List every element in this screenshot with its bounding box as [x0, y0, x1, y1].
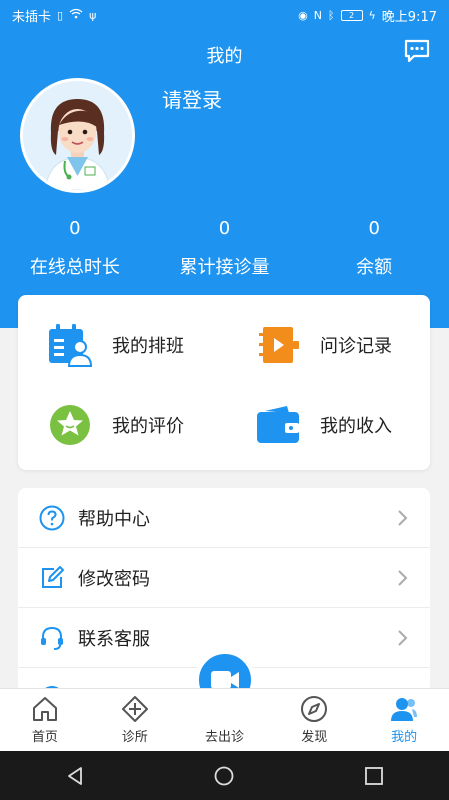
menu-label: 修改密码 — [78, 568, 150, 590]
stat-total-consults[interactable]: 0 累计接诊量 — [150, 218, 300, 279]
charging-icon: ϟ — [368, 8, 376, 22]
wallet-icon — [254, 401, 302, 449]
chevron-right-icon — [398, 569, 408, 586]
nfc-icon: N — [313, 8, 322, 22]
question-circle-icon — [38, 504, 66, 532]
stat-value: 0 — [368, 218, 380, 239]
tab-home[interactable]: 首页 — [0, 689, 90, 751]
edit-icon — [38, 564, 66, 592]
page-title: 我的 — [206, 46, 243, 67]
feature-grid: 我的排班 问诊记录 我的评价 我的收入 — [18, 295, 430, 470]
home-circle-icon[interactable] — [213, 765, 235, 787]
carrier-text: 未插卡 — [12, 9, 52, 25]
compass-icon — [301, 696, 328, 722]
stat-label: 累计接诊量 — [179, 257, 270, 278]
tab-label: 诊所 — [121, 730, 148, 745]
usb-icon: ψ — [89, 8, 97, 22]
stat-label: 余额 — [356, 257, 393, 278]
message-icon[interactable] — [403, 38, 431, 64]
tab-discover[interactable]: 发现 — [269, 689, 359, 751]
avatar[interactable] — [20, 78, 135, 193]
grid-item-income[interactable]: 我的收入 — [254, 395, 444, 455]
bluetooth-icon: ᛒ — [327, 8, 335, 22]
battery-icon: 2 — [340, 9, 363, 21]
tab-label: 首页 — [31, 730, 58, 745]
star-smile-icon — [46, 401, 94, 449]
menu-label: 帮助中心 — [78, 508, 150, 530]
stats-row: 0 在线总时长 0 累计接诊量 0 余额 — [0, 218, 449, 279]
menu-item-change-password[interactable]: 修改密码 — [18, 548, 430, 608]
grid-item-reviews[interactable]: 我的评价 — [46, 395, 236, 455]
grid-label: 我的评价 — [112, 416, 184, 437]
stat-label: 在线总时长 — [29, 257, 120, 278]
chevron-right-icon — [398, 509, 408, 526]
profile-header: 我的 请登录 0 在线总时长 0 累计接诊量 0 余额 — [0, 30, 449, 328]
stat-value: 0 — [218, 218, 231, 239]
recent-apps-icon[interactable] — [363, 765, 385, 787]
stat-balance[interactable]: 0 余额 — [299, 218, 449, 279]
grid-label: 问诊记录 — [320, 336, 392, 357]
stat-online-duration[interactable]: 0 在线总时长 — [0, 218, 150, 279]
tab-mine[interactable]: 我的 — [359, 689, 449, 751]
tab-clinic[interactable]: 诊所 — [90, 689, 180, 751]
video-record-icon — [254, 321, 302, 369]
tab-label: 去出诊 — [204, 730, 244, 745]
status-time: 晚上9:17 — [381, 9, 437, 25]
grid-item-schedule[interactable]: 我的排班 — [46, 315, 236, 375]
calendar-icon — [46, 321, 94, 369]
menu-item-help[interactable]: 帮助中心 — [18, 488, 430, 548]
login-link[interactable]: 请登录 — [162, 84, 222, 113]
eye-icon: ◉ — [298, 8, 308, 22]
wifi-icon — [69, 8, 83, 22]
home-icon — [32, 697, 57, 721]
sim-icon: ▯ — [57, 8, 64, 22]
headset-icon — [38, 624, 66, 652]
stat-value: 0 — [69, 218, 81, 239]
tab-label: 发现 — [301, 730, 328, 745]
status-bar: 未插卡 ▯ ψ ◉ N ᛒ 2 ϟ 晚上9:17 — [0, 0, 449, 30]
tab-label: 我的 — [391, 730, 418, 745]
bottom-tab-bar: 首页 诊所 去出诊 发现 我的 — [0, 688, 449, 751]
grid-label: 我的收入 — [320, 416, 392, 437]
chevron-right-icon — [398, 629, 408, 646]
grid-item-consult-records[interactable]: 问诊记录 — [254, 315, 444, 375]
grid-label: 我的排班 — [112, 336, 184, 357]
plus-diamond-icon — [121, 696, 148, 722]
user-group-icon — [391, 698, 418, 721]
tab-visit[interactable]: 去出诊 — [180, 689, 270, 751]
system-nav-bar — [0, 751, 449, 800]
menu-label: 联系客服 — [78, 628, 150, 650]
back-icon[interactable] — [64, 765, 86, 787]
